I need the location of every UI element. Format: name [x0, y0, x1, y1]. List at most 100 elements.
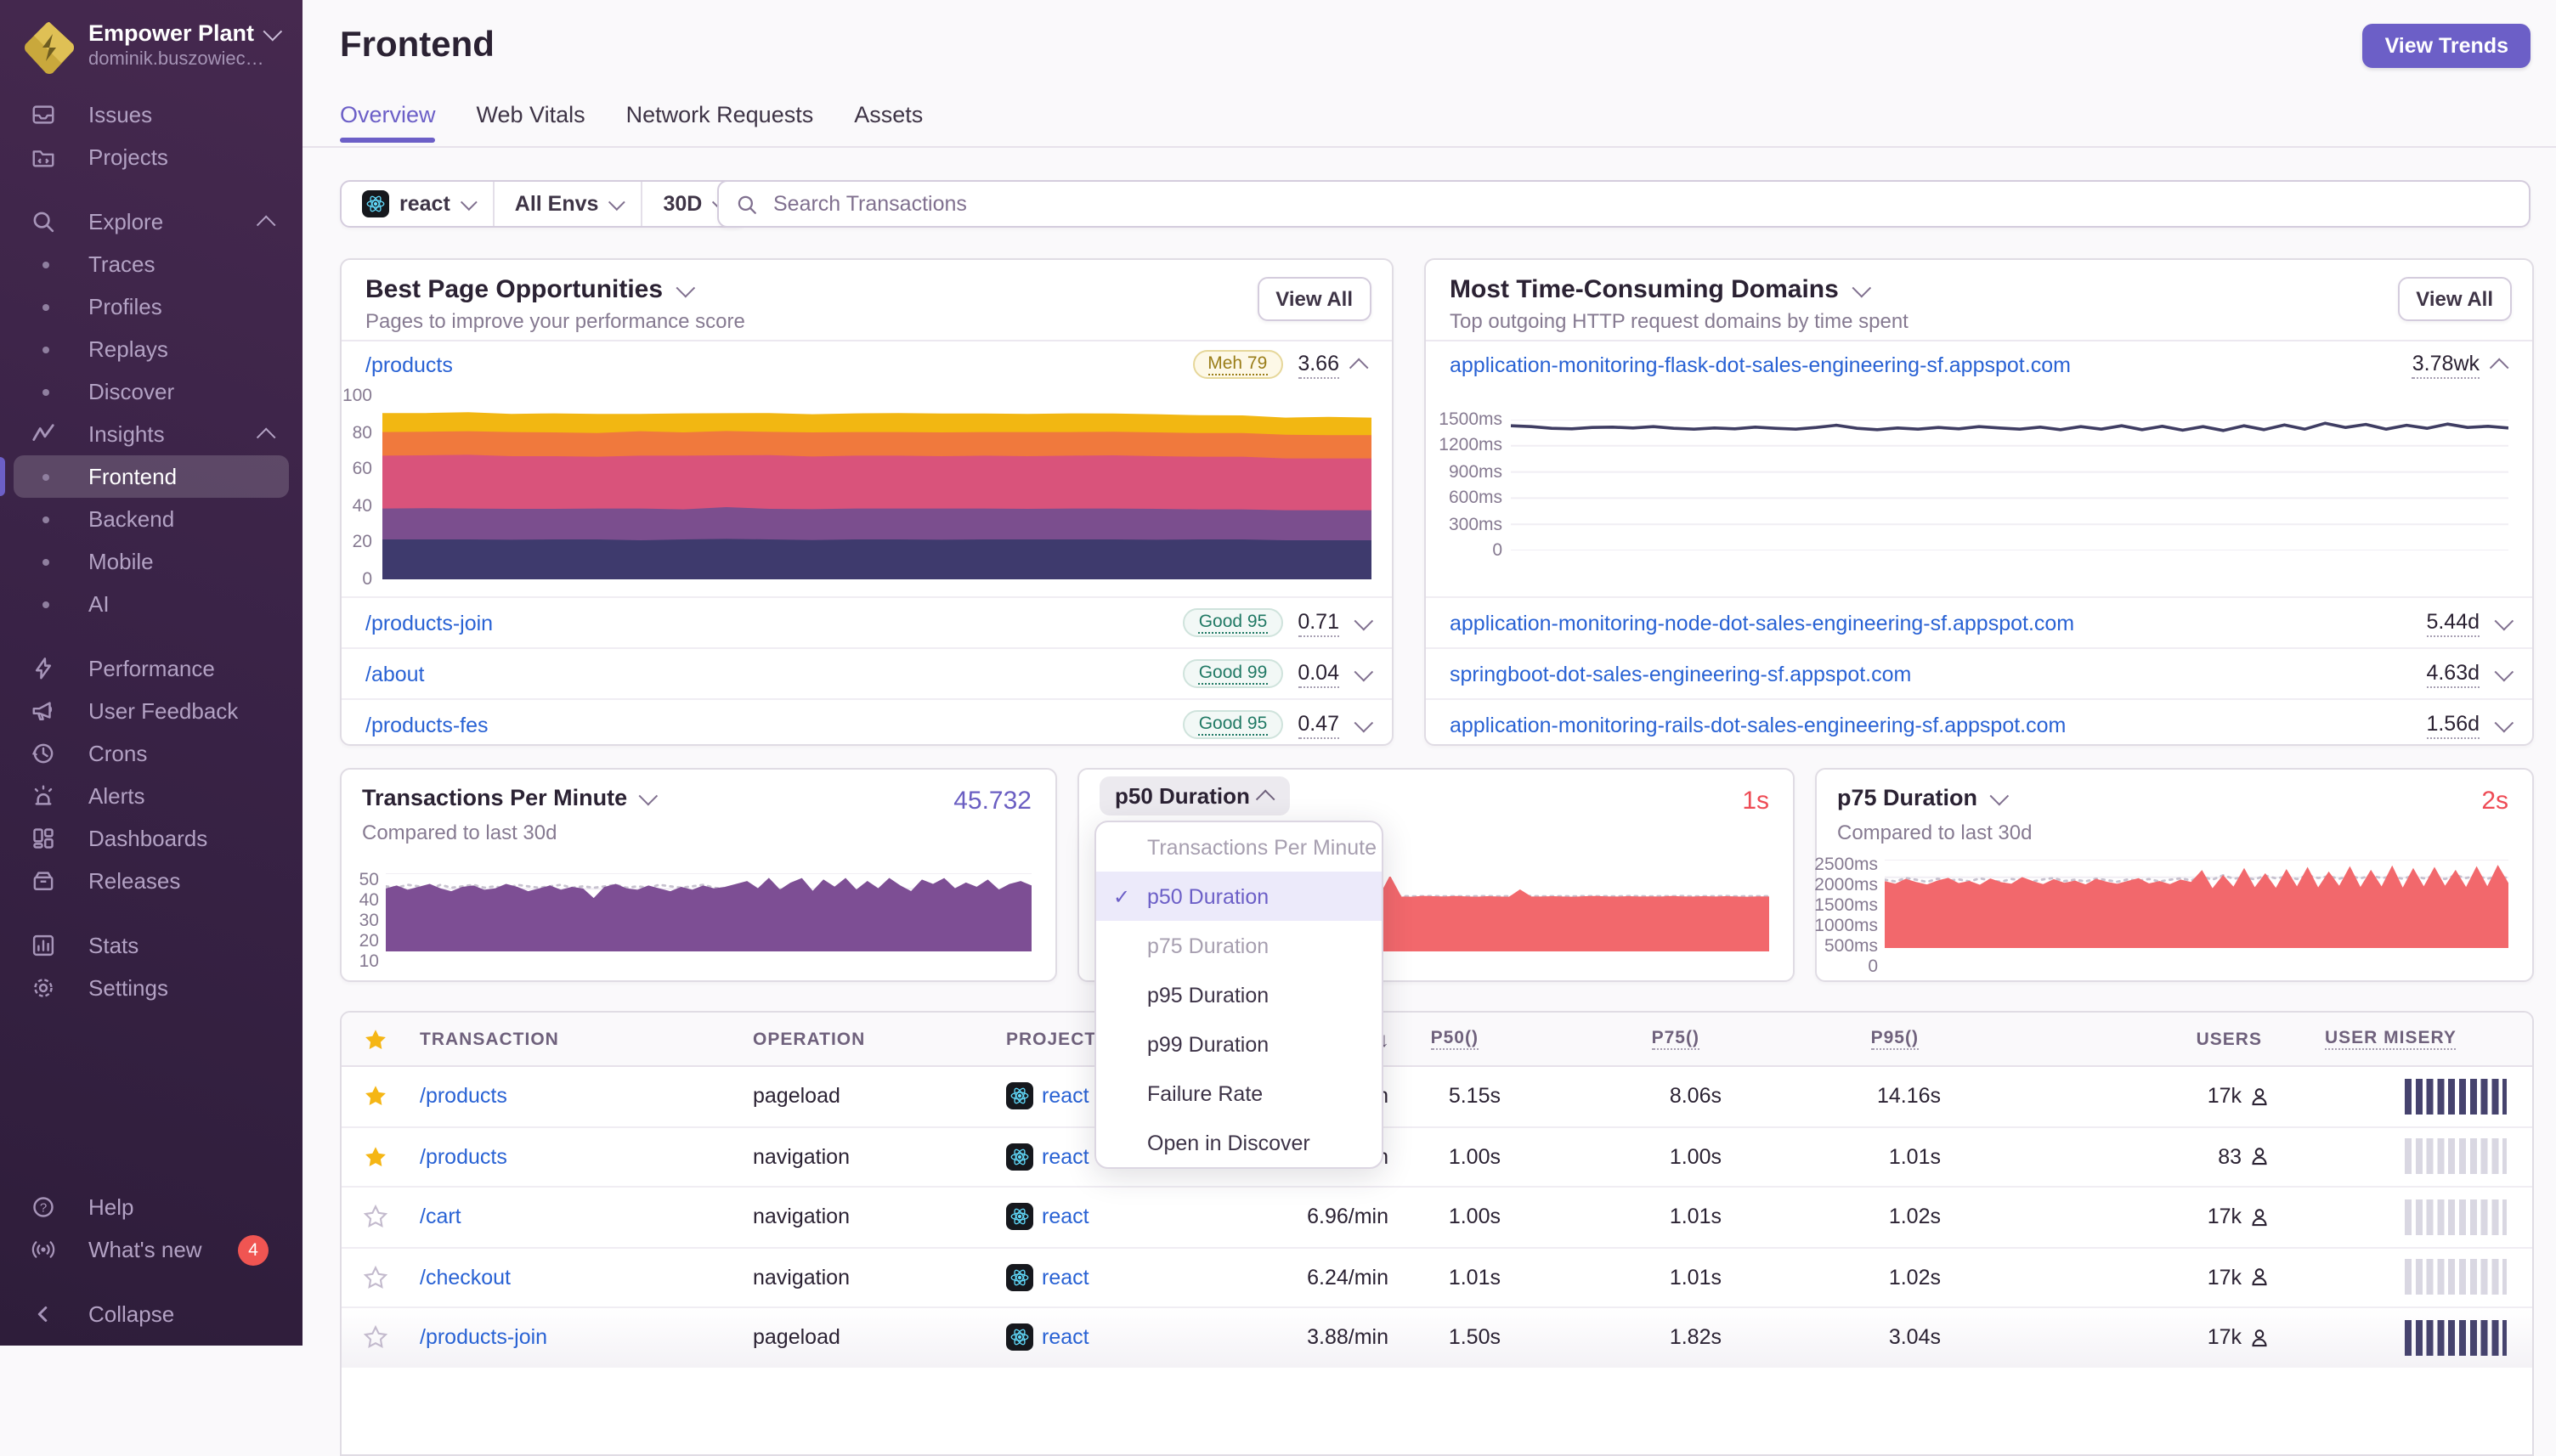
tpm-card-title-dropdown[interactable]: Transactions Per Minute: [362, 785, 659, 810]
star-toggle[interactable]: [342, 1127, 416, 1186]
project-link[interactable]: react: [1042, 1145, 1089, 1169]
sidebar-item-label: Backend: [88, 506, 175, 532]
user-misery-cell: [2279, 1308, 2532, 1367]
page-link[interactable]: /products-join: [365, 611, 493, 635]
column-header-p75[interactable]: P75(): [1509, 1013, 1730, 1065]
best-pages-title-dropdown[interactable]: Best Page Opportunities: [365, 275, 696, 304]
menu-item-open-in-discover[interactable]: Open in Discover: [1096, 1118, 1382, 1167]
column-header-misery[interactable]: USER MISERY: [2279, 1013, 2532, 1065]
p75-card-value: 2s: [2481, 787, 2508, 815]
sidebar-item-frontend[interactable]: Frontend: [0, 455, 289, 498]
bullet-icon: [42, 261, 49, 268]
star-toggle[interactable]: [342, 1067, 416, 1126]
collapse-row-chevron-icon[interactable]: [2489, 357, 2509, 377]
sidebar-item-projects[interactable]: Projects: [14, 136, 289, 178]
menu-item-p99-duration[interactable]: p99 Duration: [1096, 1019, 1382, 1069]
p75-area-chart: [1885, 860, 2508, 948]
column-header-p50[interactable]: P50(): [1397, 1013, 1509, 1065]
page-opportunity-row: /products-fes Good 95 0.47: [342, 698, 1392, 749]
tab-network-requests[interactable]: Network Requests: [626, 102, 814, 143]
axis-tick-label: 60: [352, 459, 372, 480]
column-header-operation: OPERATION: [753, 1029, 866, 1049]
transaction-link[interactable]: /products: [420, 1145, 507, 1169]
expand-row-chevron-icon[interactable]: [2494, 661, 2514, 681]
sidebar-item-settings[interactable]: Settings: [14, 967, 289, 1009]
domain-link[interactable]: application-monitoring-flask-dot-sales-e…: [1450, 353, 2071, 376]
operation-cell: navigation: [753, 1205, 850, 1229]
project-link[interactable]: react: [1042, 1266, 1089, 1290]
domains-view-all-button[interactable]: View All: [2397, 277, 2512, 321]
sidebar-item-backend[interactable]: Backend: [14, 498, 289, 540]
sidebar-item-mobile[interactable]: Mobile: [14, 540, 289, 583]
sidebar-item-profiles[interactable]: Profiles: [14, 285, 289, 328]
tab-overview[interactable]: Overview: [340, 102, 437, 143]
sidebar-item-ai[interactable]: AI: [14, 583, 289, 625]
project-link[interactable]: react: [1042, 1085, 1089, 1109]
transaction-link[interactable]: /products: [420, 1085, 507, 1109]
page-link[interactable]: /about: [365, 662, 425, 686]
svg-text:?: ?: [40, 1201, 47, 1216]
user-icon: [2248, 1206, 2270, 1228]
page-link[interactable]: /products: [365, 353, 453, 376]
p50-metric-dropdown-button[interactable]: p50 Duration: [1100, 776, 1291, 815]
transaction-link[interactable]: /checkout: [420, 1266, 511, 1290]
column-header-p95[interactable]: P95(): [1730, 1013, 1949, 1065]
sidebar-item-crons[interactable]: Crons: [14, 732, 289, 775]
view-trends-button[interactable]: View Trends: [2362, 24, 2531, 68]
sidebar-item-insights[interactable]: Insights: [14, 413, 289, 455]
domain-link[interactable]: application-monitoring-node-dot-sales-en…: [1450, 611, 2074, 635]
menu-item-p95-duration[interactable]: p95 Duration: [1096, 970, 1382, 1019]
project-filter[interactable]: react: [342, 182, 493, 226]
transaction-link[interactable]: /cart: [420, 1205, 461, 1229]
best-pages-view-all-button[interactable]: View All: [1257, 277, 1371, 321]
sidebar-item-help[interactable]: ? Help: [14, 1186, 289, 1228]
sidebar-item-discover[interactable]: Discover: [14, 370, 289, 413]
org-switcher[interactable]: Empower Plant dominik.buszowiec…: [20, 19, 282, 76]
org-name: Empower Plant: [88, 20, 255, 46]
sidebar-item-dashboards[interactable]: Dashboards: [14, 817, 289, 860]
domain-link[interactable]: application-monitoring-rails-dot-sales-e…: [1450, 713, 2066, 736]
env-filter-value: All Envs: [514, 192, 599, 216]
chevron-up-icon: [256, 214, 276, 234]
sidebar-item-explore[interactable]: Explore: [14, 200, 289, 243]
table-row: /cart navigation react 6.96/min 1.00s 1.01s 1.…: [342, 1186, 2532, 1246]
transaction-link[interactable]: /products-join: [420, 1326, 547, 1350]
search-input[interactable]: [770, 190, 2529, 217]
project-link[interactable]: react: [1042, 1326, 1089, 1350]
expand-row-chevron-icon[interactable]: [2494, 610, 2514, 630]
domain-link[interactable]: springboot-dot-sales-engineering-sf.apps…: [1450, 662, 1911, 686]
tab-web-vitals[interactable]: Web Vitals: [477, 102, 585, 143]
sidebar-item-issues[interactable]: Issues: [14, 93, 289, 136]
domains-title-dropdown[interactable]: Most Time-Consuming Domains: [1450, 275, 1871, 304]
sidebar-item-stats[interactable]: Stats: [14, 924, 289, 967]
sidebar-item-user-feedback[interactable]: User Feedback: [14, 690, 289, 732]
star-toggle[interactable]: [342, 1188, 416, 1246]
collapse-row-chevron-icon[interactable]: [1349, 357, 1369, 377]
user-icon: [2248, 1086, 2270, 1108]
expand-row-chevron-icon[interactable]: [1354, 610, 1374, 630]
collapse-icon: [31, 1301, 58, 1328]
p75-card-title-dropdown[interactable]: p75 Duration: [1837, 785, 2009, 810]
expand-row-chevron-icon[interactable]: [1354, 661, 1374, 681]
star-toggle[interactable]: [342, 1308, 416, 1367]
sidebar-item-collapse[interactable]: Collapse: [14, 1293, 289, 1335]
sidebar-item-alerts[interactable]: Alerts: [14, 775, 289, 817]
bullet-icon: [42, 303, 49, 310]
sidebar-item-performance[interactable]: Performance: [14, 647, 289, 690]
star-toggle[interactable]: [342, 1248, 416, 1306]
sidebar-item-releases[interactable]: Releases: [14, 860, 289, 902]
sidebar-item-traces[interactable]: Traces: [14, 243, 289, 285]
transaction-cell: /cart: [416, 1188, 743, 1246]
sidebar-item-replays[interactable]: Replays: [14, 328, 289, 370]
expand-row-chevron-icon[interactable]: [1354, 712, 1374, 732]
expand-row-chevron-icon[interactable]: [2494, 712, 2514, 732]
page-link[interactable]: /products-fes: [365, 713, 489, 736]
env-filter[interactable]: All Envs: [492, 182, 642, 226]
menu-item-failure-rate[interactable]: Failure Rate: [1096, 1069, 1382, 1118]
axis-tick-label: 30: [359, 911, 379, 931]
project-link[interactable]: react: [1042, 1205, 1089, 1229]
sidebar-item-what-s-new[interactable]: What's new 4: [14, 1228, 289, 1271]
menu-item-p50-duration[interactable]: p50 Duration: [1096, 872, 1382, 921]
axis-tick-label: 20: [359, 931, 379, 951]
tab-assets[interactable]: Assets: [854, 102, 923, 143]
